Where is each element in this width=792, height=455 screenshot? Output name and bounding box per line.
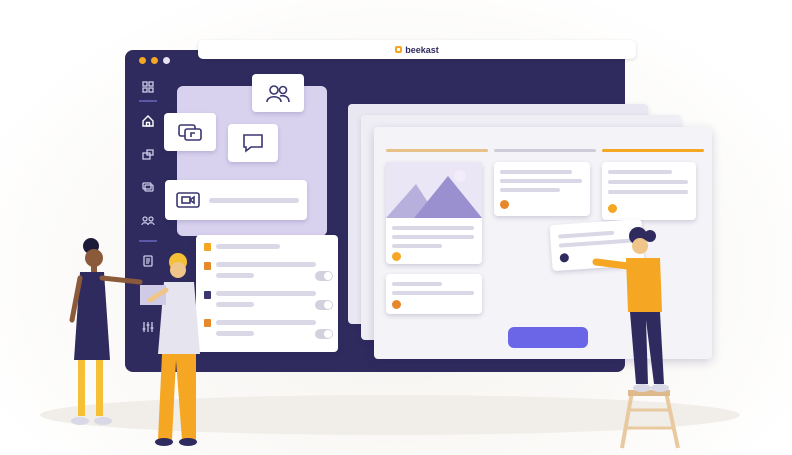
illustration-figures bbox=[69, 227, 680, 449]
ladder bbox=[620, 390, 680, 449]
person-with-laptop-figure bbox=[140, 253, 200, 446]
woman-on-ladder-figure bbox=[592, 227, 669, 392]
woman-pointing-figure bbox=[69, 238, 143, 425]
